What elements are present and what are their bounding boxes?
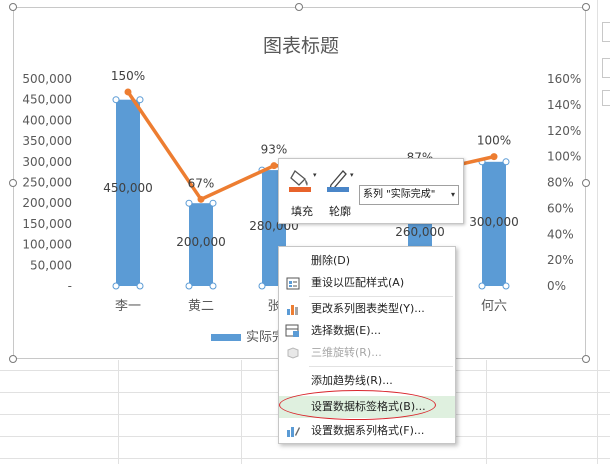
- chart-styles-button[interactable]: [602, 58, 610, 78]
- resize-handle-top-right[interactable]: [582, 3, 590, 11]
- bar-selection-handle: [136, 282, 144, 290]
- y-right-tick-label: 160%: [547, 72, 581, 86]
- menu-item-format-data-labels[interactable]: 设置数据标签格式(B)...: [279, 396, 455, 418]
- bar-selection-handle: [112, 282, 120, 290]
- y-left-tick-label: 450,000: [22, 93, 72, 107]
- line-point: [197, 195, 205, 203]
- category-label: 李一: [115, 299, 141, 314]
- outline-button[interactable]: ▾ 轮廓: [321, 163, 359, 219]
- y-left-tick-label: 250,000: [22, 176, 72, 190]
- y-right-tick-label: 100%: [547, 150, 581, 164]
- resize-handle-right[interactable]: [582, 179, 590, 187]
- bar-data-label: 200,000: [176, 235, 226, 249]
- chart-filters-button[interactable]: [602, 90, 610, 106]
- resize-handle-bottom-right[interactable]: [582, 355, 590, 363]
- line-point: [124, 88, 132, 96]
- line-point: [270, 162, 278, 170]
- bar-selection-handle: [502, 158, 510, 166]
- bar-selection-handle: [209, 199, 217, 207]
- resize-handle-bottom-left[interactable]: [9, 355, 17, 363]
- y-right-tick-label: 120%: [547, 124, 581, 138]
- format-mini-toolbar: ▾ 填充 ▾ 轮廓 系列 "实际完成" ▾: [278, 158, 464, 224]
- line-data-label: 93%: [261, 143, 288, 157]
- y-right-tick-label: 40%: [547, 227, 574, 241]
- pen-icon: ▾: [327, 170, 354, 192]
- menu-item-3d-rotation: 三维旋转(R)...: [279, 342, 455, 364]
- line-data-label: 150%: [111, 69, 145, 83]
- bar-selection-handle: [185, 282, 193, 290]
- menu-separator: [309, 366, 453, 367]
- y-left-tick-label: 100,000: [22, 238, 72, 252]
- menu-item-delete[interactable]: 删除(D): [279, 250, 455, 272]
- svg-text:▾: ▾: [313, 171, 317, 179]
- y-left-tick-label: 50,000: [30, 258, 72, 272]
- menu-item-reset-style[interactable]: 重设以匹配样式(A): [279, 272, 455, 294]
- bar-selection-handle: [502, 282, 510, 290]
- y-left-tick-label: 500,000: [22, 72, 72, 86]
- menu-item-format-data-series[interactable]: 设置数据系列格式(F)...: [279, 420, 455, 442]
- menu-item-change-chart-type[interactable]: 更改系列图表类型(Y)...: [279, 298, 455, 320]
- bar-selection-handle: [478, 282, 486, 290]
- bar-data-label: 450,000: [103, 181, 153, 195]
- y-left-tick-label: -: [68, 279, 72, 293]
- y-left-tick-label: 200,000: [22, 196, 72, 210]
- y-left-tick-label: 150,000: [22, 217, 72, 231]
- bar-data-label: 260,000: [395, 225, 445, 239]
- secondary-y-axis: 0% 20% 40% 60% 80% 100% 120% 140% 160%: [547, 72, 581, 293]
- series-selector-dropdown[interactable]: 系列 "实际完成" ▾: [359, 185, 459, 205]
- y-left-tick-label: 300,000: [22, 155, 72, 169]
- series-selector-value: 系列 "实际完成": [363, 189, 436, 200]
- svg-text:▾: ▾: [350, 171, 354, 179]
- menu-item-add-trendline[interactable]: 添加趋势线(R)...: [279, 370, 455, 392]
- y-left-tick-label: 400,000: [22, 113, 72, 127]
- select-data-icon: [285, 324, 299, 337]
- fill-button[interactable]: ▾ 填充: [283, 163, 321, 219]
- legend[interactable]: 实际完: [211, 330, 285, 345]
- menu-item-select-data[interactable]: 选择数据(E)...: [279, 320, 455, 342]
- reset-style-icon: [286, 277, 300, 290]
- fill-label: 填充: [291, 205, 313, 218]
- bar-selection-handle: [112, 96, 120, 104]
- line-data-label: 67%: [188, 176, 215, 190]
- bar-selection-handle: [185, 199, 193, 207]
- outline-label: 轮廓: [329, 205, 351, 218]
- category-label: 黄二: [188, 299, 214, 314]
- primary-y-axis: - 50,000 100,000 150,000 200,000 250,000 300,0…: [22, 72, 72, 293]
- bar-selection-handle: [209, 282, 217, 290]
- line-point: [490, 153, 498, 161]
- y-left-tick-label: 350,000: [22, 134, 72, 148]
- context-menu: 删除(D) 重设以匹配样式(A) 更改系列图表类型(Y)... 选择数据(E).…: [278, 246, 456, 444]
- y-right-tick-label: 140%: [547, 98, 581, 112]
- y-right-tick-label: 60%: [547, 201, 574, 215]
- menu-separator: [309, 296, 453, 297]
- line-data-label: 100%: [477, 134, 511, 148]
- chart-type-icon: [287, 305, 298, 315]
- resize-handle-top-left[interactable]: [9, 3, 17, 11]
- y-right-tick-label: 80%: [547, 176, 574, 190]
- rotate-3d-icon: [287, 347, 299, 359]
- resize-handle-top[interactable]: [295, 3, 303, 11]
- resize-handle-left[interactable]: [9, 179, 17, 187]
- legend-swatch: [211, 334, 241, 341]
- chart-elements-button[interactable]: [602, 22, 610, 42]
- y-right-tick-label: 0%: [547, 279, 566, 293]
- chevron-down-icon: ▾: [450, 190, 455, 199]
- y-right-tick-label: 20%: [547, 253, 574, 267]
- chart-title[interactable]: 图表标题: [263, 35, 339, 57]
- paint-bucket-icon: ▾: [289, 170, 317, 192]
- bar-selection-handle: [136, 96, 144, 104]
- category-label: 何六: [481, 298, 507, 314]
- bar-selection-handle: [258, 282, 266, 290]
- format-series-icon: [287, 427, 300, 437]
- bar-data-label: 300,000: [469, 215, 519, 229]
